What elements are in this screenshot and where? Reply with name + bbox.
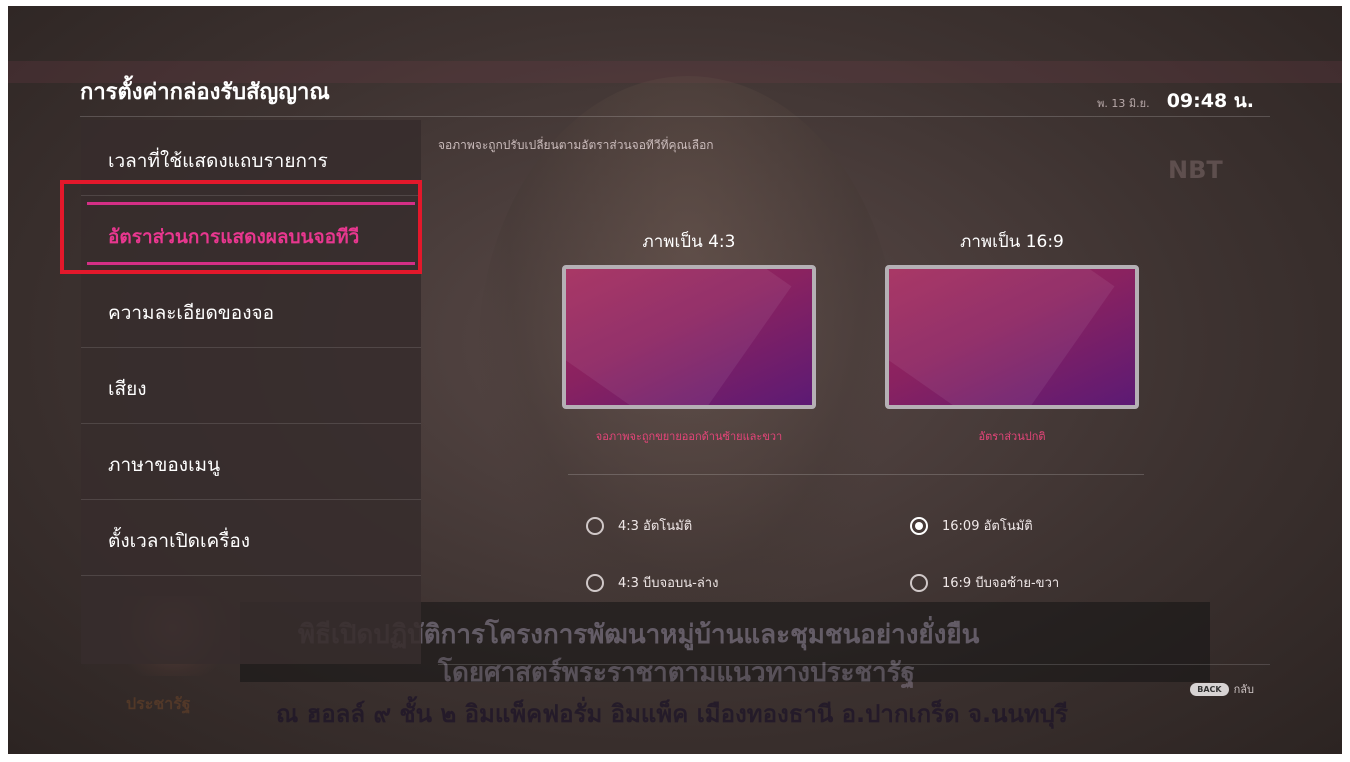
background-banner-line2: โดยศาสตร์พระราชาตามแนวทางประชารัฐ [438, 658, 915, 688]
option-16-9[interactable]: ภาพเป็น 16:9 อัตราส่วนปกติ [884, 228, 1140, 445]
radio-16-9-auto[interactable]: 16:09 อัตโนมัติ [910, 515, 1033, 536]
back-key-icon: BACK [1190, 682, 1229, 696]
option-4-3[interactable]: ภาพเป็น 4:3 จอภาพจะถูกขยายออกด้านซ้ายและ… [561, 228, 817, 445]
radio-label: 16:09 อัตโนมัติ [942, 519, 1033, 534]
pracharat-logo-text: ประชารัฐ [126, 694, 191, 713]
menu-item-label: ภาษาของเมนู [108, 454, 221, 476]
footer-divider [438, 664, 1270, 665]
radio-circle-icon [586, 573, 604, 592]
header-divider [80, 116, 1270, 117]
aspect-ratio-description: จอภาพจะถูกปรับเปลี่ยนตามอัตราส่วนจอทีวีท… [438, 138, 714, 152]
radio-selected-icon [910, 516, 928, 535]
option-caption: อัตราส่วนปกติ [978, 430, 1046, 443]
clock: พ. 13 มิ.ย. 09:48 น. [1097, 86, 1254, 116]
menu-item-label: ตั้งเวลาเปิดเครื่อง [108, 530, 251, 552]
background-location-text: ณ ฮอลล์ ๙ ชั้น ๒ อิมแพ็คฟอรั่ม อิมแพ็ค เ… [276, 700, 1068, 728]
highlight-box [60, 180, 422, 274]
tv-screen: NBT ประชารัฐ พิธีเปิดปฏิบัติการโครงการพั… [8, 6, 1342, 754]
radio-label: 4:3 บีบจอบน-ล่าง [618, 576, 719, 591]
tv-preview-4-3-icon [562, 265, 816, 409]
menu-item-label: เสียง [108, 378, 147, 400]
channel-logo: NBT [1168, 156, 1223, 184]
menu-item-screen-resolution[interactable]: ความละเอียดของจอ [81, 272, 421, 348]
back-label: กลับ [1233, 683, 1254, 696]
radio-label: 4:3 อัตโนมัติ [618, 519, 693, 534]
radio-circle-icon [586, 516, 604, 535]
menu-item-audio[interactable]: เสียง [81, 348, 421, 424]
radio-circle-icon [910, 573, 928, 592]
menu-item-label: เวลาที่ใช้แสดงแถบรายการ [108, 150, 328, 172]
radio-16-9-pillarbox[interactable]: 16:9 บีบจอซ้าย-ขวา [910, 572, 1059, 593]
back-button[interactable]: BACK กลับ [1190, 680, 1254, 698]
option-title: ภาพเป็น 4:3 [642, 232, 736, 252]
radio-4-3-auto[interactable]: 4:3 อัตโนมัติ [586, 515, 692, 536]
radio-4-3-letterbox[interactable]: 4:3 บีบจอบน-ล่าง [586, 572, 718, 593]
radio-label: 16:9 บีบจอซ้าย-ขวา [942, 576, 1060, 591]
options-divider [568, 474, 1144, 475]
menu-item-label: ความละเอียดของจอ [108, 302, 275, 324]
menu-item-power-on-timer[interactable]: ตั้งเวลาเปิดเครื่อง [81, 500, 421, 576]
page-title: การตั้งค่ากล่องรับสัญญาณ [80, 80, 330, 105]
date-label: พ. 13 มิ.ย. [1097, 97, 1150, 110]
time-label: 09:48 น. [1166, 90, 1254, 112]
option-caption: จอภาพจะถูกขยายออกด้านซ้ายและขวา [595, 430, 783, 443]
menu-item-menu-language[interactable]: ภาษาของเมนู [81, 424, 421, 500]
tv-preview-16-9-icon [885, 265, 1139, 409]
option-title: ภาพเป็น 16:9 [960, 232, 1064, 252]
